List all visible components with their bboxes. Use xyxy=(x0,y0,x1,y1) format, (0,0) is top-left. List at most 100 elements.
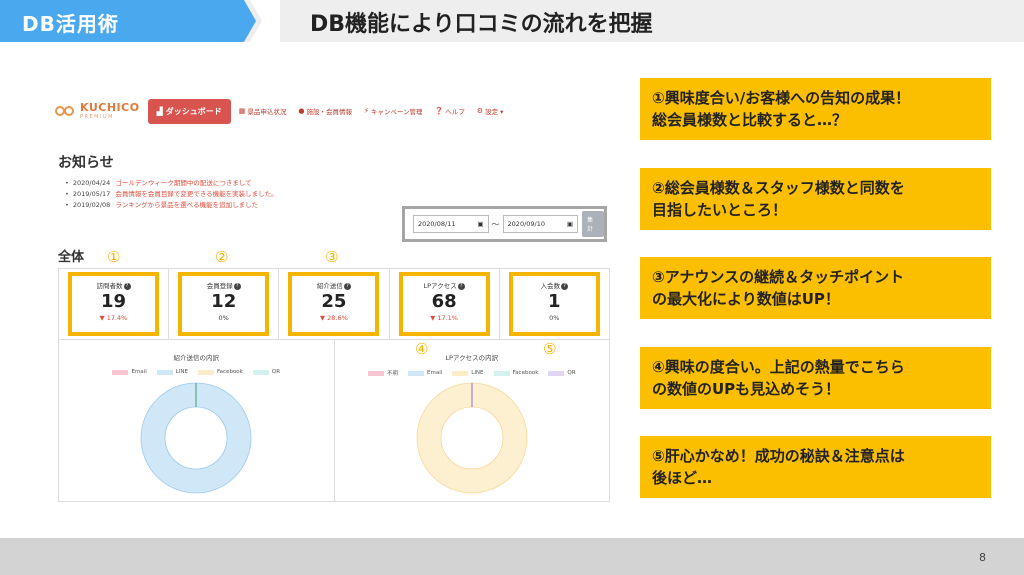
news-link[interactable]: ランキングから景品を選べる機能を追加しました xyxy=(115,200,258,211)
slide-title: DB機能により口コミの流れを把握 xyxy=(310,12,653,37)
legend-swatch xyxy=(407,370,424,376)
chart-icon: ▟ xyxy=(156,106,163,116)
legend-label: LINE xyxy=(175,369,189,375)
stat-label: 入会数 xyxy=(540,282,561,290)
logo-sub: PREMIUM xyxy=(80,114,114,120)
nav-item-campaign[interactable]: ⚡ キャンペーン管理 xyxy=(364,106,423,116)
nav-item-facility-members[interactable]: ● 施設・会員情報 xyxy=(298,106,352,116)
marker-2: ② xyxy=(215,248,229,266)
legend-item[interactable]: 不明 xyxy=(367,369,398,377)
nav-item-help[interactable]: ❓ ヘルプ xyxy=(435,106,465,116)
referral-breakdown-chart: 紹介送信の内訳 Email LINE Facebook QR xyxy=(59,340,335,501)
legend-label: QR xyxy=(567,370,576,376)
logo-name: KUCHICO xyxy=(80,101,140,114)
legend-label: Email xyxy=(131,369,147,375)
date-to-input[interactable]: 2020/09/10 ▣ xyxy=(502,215,579,233)
callout-line: ⑤肝心かなめ！成功の秘訣＆注意点は xyxy=(652,447,905,465)
callout-line: の最大化により数値はUP！ xyxy=(652,290,840,308)
news-date: 2020/04/24 xyxy=(72,179,111,187)
nav-item-prize-status[interactable]: ▦ 景品申込状況 xyxy=(239,106,287,116)
callout-line: ③アナウンスの継続＆タッチポイント xyxy=(652,268,905,286)
nav-item-label: ヘルプ xyxy=(445,108,465,116)
callout-line: ①興味度合い/お客様への告知の成果！ xyxy=(652,89,911,107)
legend-label: 不明 xyxy=(386,371,398,377)
grid-icon: ▦ xyxy=(238,107,246,115)
legend-item[interactable]: Email xyxy=(407,369,442,377)
chart-title: LPアクセスの内訳 xyxy=(445,354,499,362)
stat-label: 紹介送信 xyxy=(316,282,343,290)
legend-label: Facebook xyxy=(512,370,539,376)
info-icon[interactable]: ? xyxy=(561,282,569,290)
stat-value: 25 xyxy=(321,291,347,312)
legend-swatch xyxy=(112,369,129,375)
legend-item[interactable]: QR xyxy=(252,369,281,375)
callout-5: ⑤肝心かなめ！成功の秘訣＆注意点は 後ほど… xyxy=(640,436,991,498)
callout-line: 後ほど… xyxy=(652,469,713,487)
callout-line: ②総会員様数＆スタッフ様数と同数を xyxy=(652,179,905,197)
legend-swatch xyxy=(198,369,215,375)
news-date: 2019/02/08 xyxy=(72,201,111,209)
date-from-input[interactable]: 2020/08/11 ▣ xyxy=(413,215,489,233)
date-to-value: 2020/09/10 xyxy=(507,220,545,228)
stat-label: 訪問者数 xyxy=(96,282,123,290)
legend-label: LINE xyxy=(471,370,484,376)
calendar-icon: ▣ xyxy=(566,220,574,228)
stat-card-referrals: 紹介送信? 25 ▼ 28.6% xyxy=(279,269,390,339)
news-title: お知らせ xyxy=(58,155,114,171)
logo-mark-icon xyxy=(55,102,77,120)
callout-line: 総会員様数と比較すると…？ xyxy=(652,111,848,129)
news-link[interactable]: 会員情報を会員目録で変更できる機能を実装しました。 xyxy=(115,189,277,200)
stat-value: 1 xyxy=(548,291,561,312)
legend-label: QR xyxy=(271,369,281,375)
callout-line: 目指したいところ！ xyxy=(652,201,788,219)
stat-delta: ▼ 17.4% xyxy=(99,314,128,322)
stat-value: 19 xyxy=(100,291,127,312)
dashboard-button[interactable]: ▟ ダッシュボード xyxy=(147,98,231,124)
date-filter-highlight: 2020/08/11 ▣ 〜 2020/09/10 ▣ 集計 xyxy=(402,206,607,242)
stat-card-enrollments: 入会数? 1 0% xyxy=(500,269,609,339)
stat-highlight: 訪問者数? 19 ▼ 17.4% xyxy=(68,272,159,336)
top-nav: KUCHICO PREMIUM ▟ ダッシュボード ▦ 景品申込状況 ● 施設・… xyxy=(55,88,615,134)
aggregate-button[interactable]: 集計 xyxy=(582,211,604,237)
calendar-icon: ▣ xyxy=(477,220,484,228)
stats-row: 訪問者数? 19 ▼ 17.4% 会員登録? 12 0% 紹介送信? 25 ▼ … xyxy=(58,268,610,340)
header-tag-banner: DB活用術 xyxy=(0,0,280,42)
slide-header: DB活用術 DB機能により口コミの流れを把握 xyxy=(0,0,1024,42)
callout-line: の数値のUPも見込めそう！ xyxy=(652,380,841,398)
legend-item[interactable]: QR xyxy=(548,369,576,377)
stat-delta: ▼ 17.1% xyxy=(430,314,458,322)
legend-item[interactable]: LINE xyxy=(156,369,189,375)
donut-slice-line[interactable] xyxy=(141,383,252,493)
donut-slice-line[interactable] xyxy=(416,383,527,493)
stat-highlight: 紹介送信? 25 ▼ 28.6% xyxy=(288,272,380,336)
bolt-icon: ⚡ xyxy=(363,107,369,115)
legend-item[interactable]: LINE xyxy=(452,369,484,377)
news-item: 2019/02/08 ランキングから景品を選べる機能を追加しました xyxy=(65,200,278,211)
user-icon: ● xyxy=(298,107,305,115)
dashboard-screenshot: KUCHICO PREMIUM ▟ ダッシュボード ▦ 景品申込状況 ● 施設・… xyxy=(55,88,615,508)
stat-value: 68 xyxy=(431,291,457,312)
marker-3: ③ xyxy=(325,248,339,266)
callout-line: ④興味の度合い。上記の熱量でこちら xyxy=(652,358,905,376)
chart-legend: Email LINE Facebook QR xyxy=(59,369,334,375)
info-icon[interactable]: ? xyxy=(123,282,131,290)
legend-swatch xyxy=(548,370,565,376)
info-icon[interactable]: ? xyxy=(343,282,351,290)
callout-2: ②総会員様数＆スタッフ様数と同数を 目指したいところ！ xyxy=(640,168,991,230)
news-list: 2020/04/24 ゴールデンウィーク期間中の配送につきまして 2019/05… xyxy=(65,178,278,211)
overall-label: 全体 xyxy=(58,250,85,265)
legend-item[interactable]: Facebook xyxy=(198,369,243,375)
legend-item[interactable]: Facebook xyxy=(493,369,539,377)
nav-item-settings[interactable]: ⚙ 設定 ▾ xyxy=(477,106,504,116)
stat-card-visitors: 訪問者数? 19 ▼ 17.4% xyxy=(59,269,170,339)
info-icon[interactable]: ? xyxy=(233,282,241,290)
kuchico-logo[interactable]: KUCHICO PREMIUM xyxy=(55,102,140,120)
stat-label: 会員登録 xyxy=(206,282,233,290)
legend-label: Facebook xyxy=(217,369,243,375)
legend-item[interactable]: Email xyxy=(112,369,147,375)
header-tag: DB活用術 xyxy=(22,12,119,36)
news-date: 2019/05/17 xyxy=(72,190,111,198)
news-link[interactable]: ゴールデンウィーク期間中の配送につきまして xyxy=(115,178,251,189)
callout-4: ④興味の度合い。上記の熱量でこちら の数値のUPも見込めそう！ xyxy=(640,347,991,409)
info-icon[interactable]: ? xyxy=(457,282,465,290)
